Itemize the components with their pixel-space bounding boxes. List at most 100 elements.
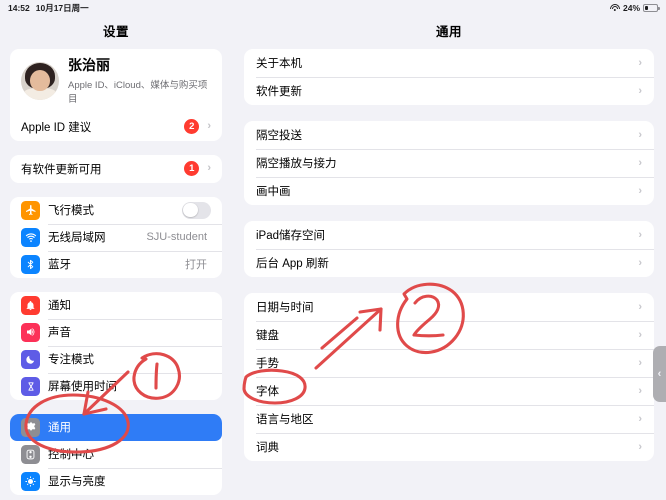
status-time: 14:52 bbox=[8, 3, 30, 13]
chevron-right-icon: › bbox=[638, 84, 642, 97]
gear-icon bbox=[21, 417, 40, 437]
chevron-right-icon: › bbox=[638, 56, 642, 69]
sidebar-item-label: 飞行模式 bbox=[48, 205, 94, 217]
detail-row-label: 键盘 bbox=[256, 330, 279, 342]
detail-row-gestures[interactable]: 手势 › bbox=[244, 349, 654, 377]
detail-row-label: 后台 App 刷新 bbox=[256, 258, 329, 270]
ipad-settings-screen: 14:52 10月17日周一 24% 设置 张治丽 Apple ID、iClou… bbox=[0, 0, 666, 500]
detail-row-ipad-storage[interactable]: iPad储存空间 › bbox=[244, 221, 654, 249]
wifi-icon bbox=[21, 227, 40, 247]
detail-group-input: 日期与时间 › 键盘 › 手势 › 字体 › 语言与地区 › 词典 › bbox=[244, 293, 654, 461]
detail-title: 通用 bbox=[435, 25, 462, 39]
bluetooth-state-value: 打开 bbox=[185, 259, 207, 271]
detail-row-language-region[interactable]: 语言与地区 › bbox=[244, 405, 654, 433]
sidebar-item-airplane-mode[interactable]: 飞行模式 bbox=[10, 197, 222, 224]
detail-group-storage: iPad储存空间 › 后台 App 刷新 › bbox=[244, 221, 654, 277]
moon-icon bbox=[21, 349, 40, 369]
account-card: 张治丽 Apple ID、iCloud、媒体与购买项目 Apple ID 建议 … bbox=[10, 49, 222, 141]
status-bar: 14:52 10月17日周一 24% bbox=[0, 0, 666, 16]
chevron-right-icon: › bbox=[638, 184, 642, 197]
airplane-mode-toggle[interactable] bbox=[182, 201, 211, 219]
wifi-network-value: SJU-student bbox=[146, 231, 207, 243]
account-name: 张治丽 bbox=[68, 57, 110, 73]
chevron-right-icon: › bbox=[638, 256, 642, 269]
bluetooth-icon bbox=[21, 254, 40, 274]
sidebar-item-bluetooth[interactable]: 蓝牙 打开 bbox=[10, 250, 222, 278]
detail-group-sharing: 隔空投送 › 隔空播放与接力 › 画中画 › bbox=[244, 121, 654, 205]
apple-id-account-row[interactable]: 张治丽 Apple ID、iCloud、媒体与购买项目 bbox=[10, 49, 222, 113]
sidebar-item-screen-time[interactable]: 屏幕使用时间 bbox=[10, 372, 222, 400]
detail-row-date-time[interactable]: 日期与时间 › bbox=[244, 293, 654, 321]
detail-row-dictionary[interactable]: 词典 › bbox=[244, 433, 654, 461]
control-center-icon bbox=[21, 444, 40, 464]
detail-row-software-update[interactable]: 软件更新 › bbox=[244, 77, 654, 105]
status-bar-right: 24% bbox=[609, 3, 660, 13]
sidebar-item-sounds[interactable]: 声音 bbox=[10, 318, 222, 346]
chevron-right-icon: › bbox=[638, 300, 642, 313]
chevron-right-icon: › bbox=[207, 120, 211, 132]
detail-row-label: 词典 bbox=[256, 442, 279, 454]
status-date: 10月17日周一 bbox=[35, 3, 89, 13]
detail-row-label: 软件更新 bbox=[256, 86, 302, 98]
chevron-right-icon: › bbox=[638, 440, 642, 453]
brightness-icon bbox=[21, 471, 40, 491]
bell-icon bbox=[21, 295, 40, 315]
sidebar-item-focus[interactable]: 专注模式 bbox=[10, 345, 222, 373]
chevron-right-icon: › bbox=[638, 412, 642, 425]
chevron-right-icon: › bbox=[638, 128, 642, 141]
settings-sidebar[interactable]: 设置 张治丽 Apple ID、iCloud、媒体与购买项目 Apple ID … bbox=[0, 16, 232, 500]
sidebar-item-general[interactable]: 通用 bbox=[10, 413, 222, 441]
battery-percent-label: 24% bbox=[622, 3, 640, 13]
sidebar-item-control-center[interactable]: 控制中心 bbox=[10, 441, 222, 468]
chevron-right-icon: › bbox=[638, 384, 642, 397]
slide-over-drag-handle[interactable]: ‹ bbox=[653, 346, 666, 402]
chevron-right-icon: › bbox=[638, 328, 642, 341]
connectivity-card: 飞行模式 无线局域网 SJU-student 蓝牙 打开 bbox=[10, 196, 222, 278]
status-bar-left: 14:52 10月17日周一 bbox=[8, 2, 89, 14]
airplane-icon bbox=[21, 200, 40, 220]
preferences-card: 通知 声音 专注模式 屏幕使用时间 bbox=[10, 291, 222, 400]
sidebar-title: 设置 bbox=[102, 25, 129, 39]
sidebar-item-wifi[interactable]: 无线局域网 SJU-student bbox=[10, 223, 222, 251]
sidebar-item-display-brightness[interactable]: 显示与亮度 bbox=[10, 467, 222, 495]
chevron-right-icon: › bbox=[638, 356, 642, 369]
chevron-right-icon: › bbox=[638, 156, 642, 169]
hourglass-icon bbox=[21, 376, 40, 396]
software-update-row[interactable]: 有软件更新可用 1 › bbox=[10, 155, 222, 183]
chevron-left-icon: ‹ bbox=[657, 368, 662, 380]
sidebar-item-label: 控制中心 bbox=[48, 449, 94, 461]
apple-id-suggestion-label: Apple ID 建议 bbox=[21, 121, 92, 134]
sidebar-item-notifications[interactable]: 通知 bbox=[10, 292, 222, 319]
detail-row-background-app-refresh[interactable]: 后台 App 刷新 › bbox=[244, 249, 654, 277]
detail-row-about[interactable]: 关于本机 › bbox=[244, 49, 654, 77]
general-detail-pane[interactable]: 通用 关于本机 › 软件更新 › 隔空投送 › 隔空播放与接力 › 画中画 › bbox=[232, 16, 666, 500]
detail-row-airdrop[interactable]: 隔空投送 › bbox=[244, 121, 654, 149]
software-update-card: 有软件更新可用 1 › bbox=[10, 154, 222, 183]
apple-id-suggestion-badge: 2 bbox=[184, 119, 200, 134]
detail-group-device: 关于本机 › 软件更新 › bbox=[244, 49, 654, 105]
detail-row-fonts[interactable]: 字体 › bbox=[244, 377, 654, 405]
wifi-icon bbox=[609, 4, 620, 12]
system-card: 通用 控制中心 显示与亮度 bbox=[10, 413, 222, 495]
detail-row-label: 画中画 bbox=[256, 186, 291, 198]
account-subtitle: Apple ID、iCloud、媒体与购买项目 bbox=[68, 79, 208, 105]
sidebar-item-label: 无线局域网 bbox=[48, 232, 106, 244]
detail-row-label: 隔空播放与接力 bbox=[256, 158, 337, 170]
detail-row-keyboard[interactable]: 键盘 › bbox=[244, 321, 654, 349]
chevron-right-icon: › bbox=[207, 162, 211, 174]
chevron-right-icon: › bbox=[638, 228, 642, 241]
sidebar-item-label: 通用 bbox=[48, 422, 71, 434]
software-update-badge: 1 bbox=[184, 161, 200, 176]
apple-id-suggestion-row[interactable]: Apple ID 建议 2 › bbox=[10, 113, 222, 141]
sidebar-item-label: 显示与亮度 bbox=[48, 476, 106, 488]
sidebar-item-label: 专注模式 bbox=[48, 354, 94, 366]
sidebar-item-label: 蓝牙 bbox=[48, 259, 71, 271]
detail-row-airplay-handoff[interactable]: 隔空播放与接力 › bbox=[244, 149, 654, 177]
sidebar-item-label: 屏幕使用时间 bbox=[48, 381, 117, 393]
detail-row-label: 手势 bbox=[256, 358, 279, 370]
detail-row-picture-in-picture[interactable]: 画中画 › bbox=[244, 177, 654, 205]
detail-row-label: 语言与地区 bbox=[256, 414, 314, 426]
detail-row-label: 隔空投送 bbox=[256, 130, 302, 142]
speaker-icon bbox=[21, 322, 40, 342]
user-avatar bbox=[21, 61, 59, 100]
